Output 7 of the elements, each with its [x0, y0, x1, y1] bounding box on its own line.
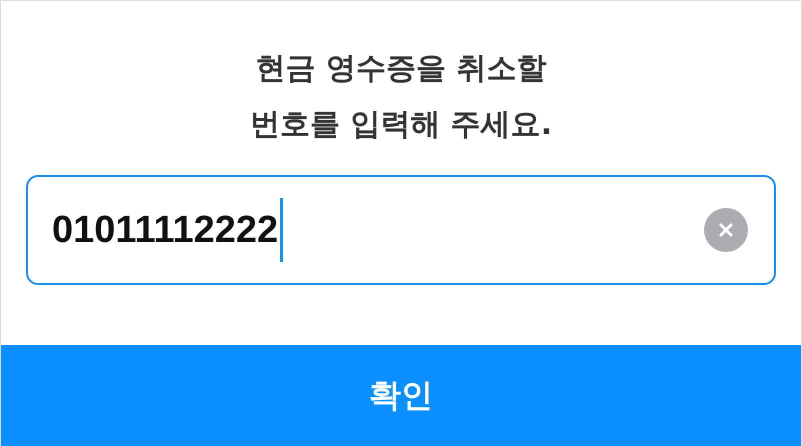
text-cursor — [280, 198, 284, 262]
field-value: 01011112222 — [52, 208, 278, 252]
prompt-text: 현금 영수증을 취소할 — [256, 50, 546, 88]
clear-button[interactable] — [704, 208, 748, 252]
close-icon — [719, 223, 733, 237]
input-field[interactable]: 01011112222 — [26, 175, 776, 285]
prompt-text: 번호를 입력해 주세요. — [250, 106, 552, 144]
